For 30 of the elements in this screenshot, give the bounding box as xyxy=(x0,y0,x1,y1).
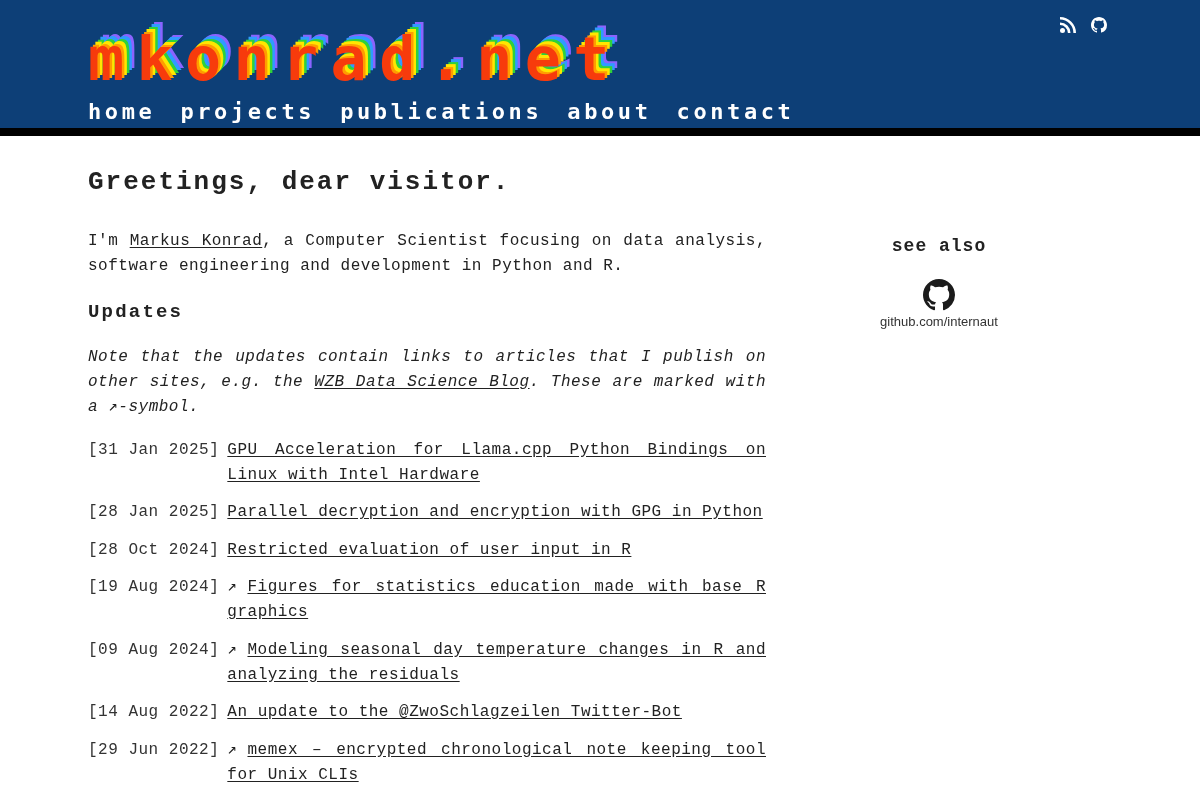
note-paragraph: Note that the updates contain links to articles that I publish on other sites, e.g. the WZB Data Science Blog. These are marked with a ↗-symbol. xyxy=(88,346,766,418)
intro-paragraph: I'm Markus Konrad, a Computer Scientist focusing on data analysis, software engineering and development in Python and R. xyxy=(88,231,766,277)
article-link[interactable]: GPU Acceleration for Llama.cpp Python Bindings on Linux with Intel Hardware xyxy=(227,437,766,488)
article-link[interactable]: Restricted evaluation of user input in R xyxy=(227,537,766,563)
github-icon[interactable] xyxy=(1091,17,1107,33)
nav-link[interactable]: home xyxy=(88,100,156,124)
nav-link[interactable]: projects xyxy=(180,100,316,124)
article-link[interactable]: ↗ Figures for statistics education made with base R graphics xyxy=(227,575,766,625)
sidebar-heading: see also xyxy=(890,235,988,258)
nav-link[interactable]: publications xyxy=(340,100,543,124)
date-label: [29 Jun 2022] xyxy=(88,739,220,761)
date-label: [28 Oct 2024] xyxy=(88,539,220,561)
date-label: [14 Aug 2022] xyxy=(88,702,220,723)
date-label: [09 Aug 2024] xyxy=(88,639,220,661)
github-icon[interactable] xyxy=(923,279,955,311)
profile-link[interactable]: github.com/internaut xyxy=(880,313,998,329)
name-link[interactable]: Markus Konrad xyxy=(129,232,263,250)
nav-link[interactable]: contact xyxy=(676,100,795,124)
page-heading: Greetings, dear visitor. xyxy=(88,166,512,198)
blog-link[interactable]: WZB Data Science Blog xyxy=(314,372,530,391)
nav-link[interactable]: about xyxy=(567,100,652,124)
article-link[interactable]: An update to the @ZwoSchlagzeilen Twitter-Bot xyxy=(227,700,766,725)
article-link[interactable]: Parallel decryption and encryption with GPG in Python xyxy=(227,500,766,525)
article-link[interactable]: ↗ Modeling seasonal day temperature changes in R and analyzing the residuals xyxy=(227,637,766,688)
article-link[interactable]: ↗ memex – encrypted chronological note keeping tool for Unix CLIs xyxy=(227,737,766,788)
rss-icon[interactable] xyxy=(1060,17,1076,33)
section-heading: Updates xyxy=(88,300,185,325)
date-label: [28 Jan 2025] xyxy=(88,502,220,523)
date-label: [31 Jan 2025] xyxy=(88,439,220,461)
date-label: [19 Aug 2024] xyxy=(88,577,220,598)
